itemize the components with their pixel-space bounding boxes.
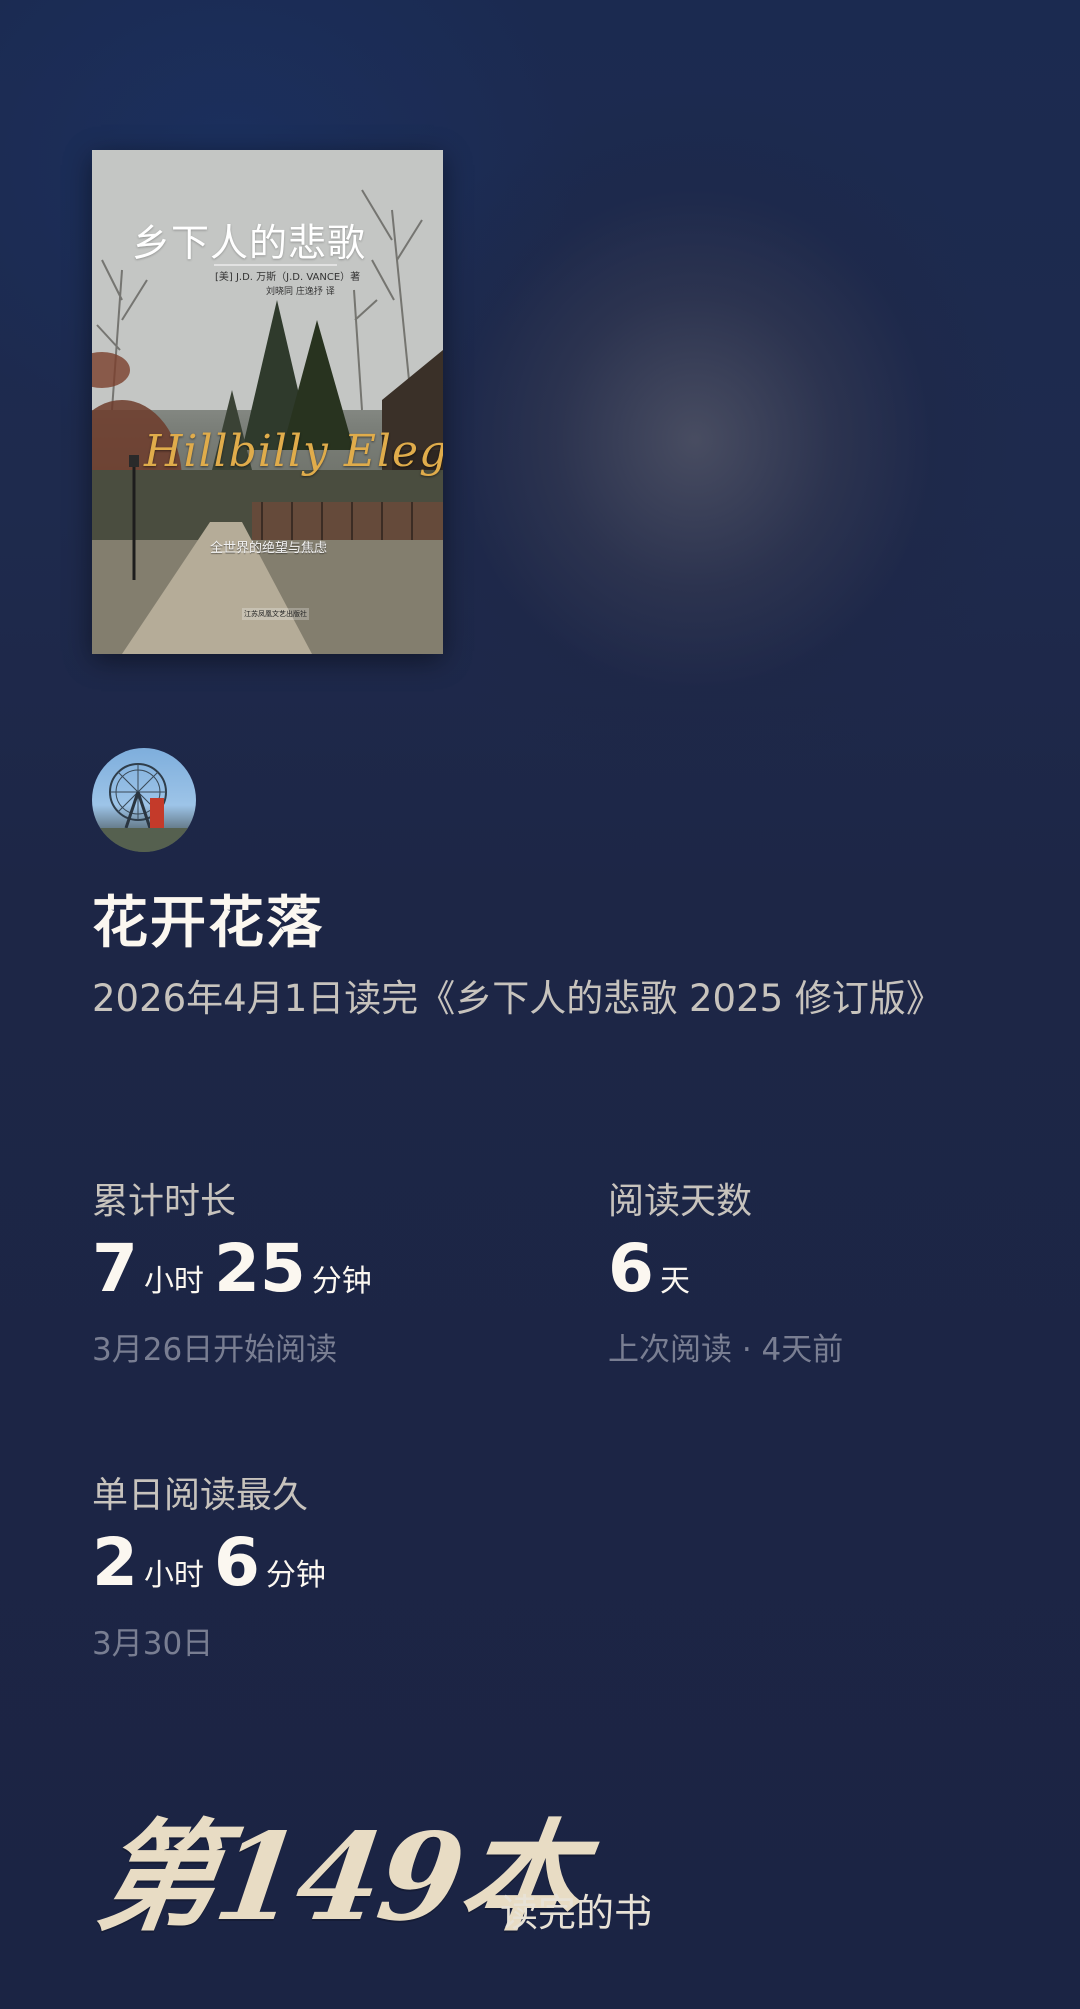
total-time-start-date: 3月26日开始阅读 xyxy=(92,1332,338,1368)
longest-day-minutes: 6 xyxy=(213,1524,260,1601)
cover-translator-line: 刘晓同 庄逸抒 译 xyxy=(266,287,335,297)
total-time-label: 累计时长 xyxy=(92,1181,237,1222)
books-finished-suffix: 读完的书 xyxy=(500,1891,653,1935)
total-time-minutes-unit: 分钟 xyxy=(311,1264,372,1299)
cover-subtitle: 全世界的绝望与焦虑 xyxy=(210,541,328,556)
avatar[interactable] xyxy=(92,748,196,852)
longest-day-minutes-unit: 分钟 xyxy=(265,1558,326,1593)
total-time-hours-unit: 小时 xyxy=(143,1264,204,1299)
longest-day-hours-unit: 小时 xyxy=(143,1558,204,1593)
last-read-info: 上次阅读 · 4天前 xyxy=(608,1332,844,1368)
user-name: 花开花落 xyxy=(92,891,324,956)
reading-days-label: 阅读天数 xyxy=(608,1181,753,1222)
total-time-minutes: 25 xyxy=(213,1230,306,1307)
finish-summary: 2026年4月1日读完《乡下人的悲歌 2025 修订版》 xyxy=(92,977,943,1020)
longest-day-label: 单日阅读最久 xyxy=(92,1475,309,1516)
longest-day-hours: 2 xyxy=(92,1524,138,1601)
ferris-wheel-icon xyxy=(92,763,196,852)
reading-days-unit: 天 xyxy=(659,1264,690,1299)
cover-author-line: [美] J.D. 万斯（J.D. VANCE）著 xyxy=(215,272,361,283)
cover-english-title: Hillbilly Elegy xyxy=(144,426,443,477)
longest-day-value: 2 小时 6 分钟 xyxy=(92,1524,336,1601)
total-time-value: 7 小时 25 分钟 xyxy=(92,1230,382,1307)
cover-publisher-logo: 江苏凤凰文艺出版社 xyxy=(242,608,309,620)
total-time-hours: 7 xyxy=(92,1230,138,1307)
book-cover[interactable]: 乡下人的悲歌 [美] J.D. 万斯（J.D. VANCE）著 刘晓同 庄逸抒 … xyxy=(92,150,443,654)
cover-chinese-title: 乡下人的悲歌 xyxy=(132,221,367,265)
reading-days-count: 6 xyxy=(608,1230,654,1307)
reading-days-value: 6天 xyxy=(608,1230,700,1307)
longest-day-date: 3月30日 xyxy=(92,1626,214,1662)
